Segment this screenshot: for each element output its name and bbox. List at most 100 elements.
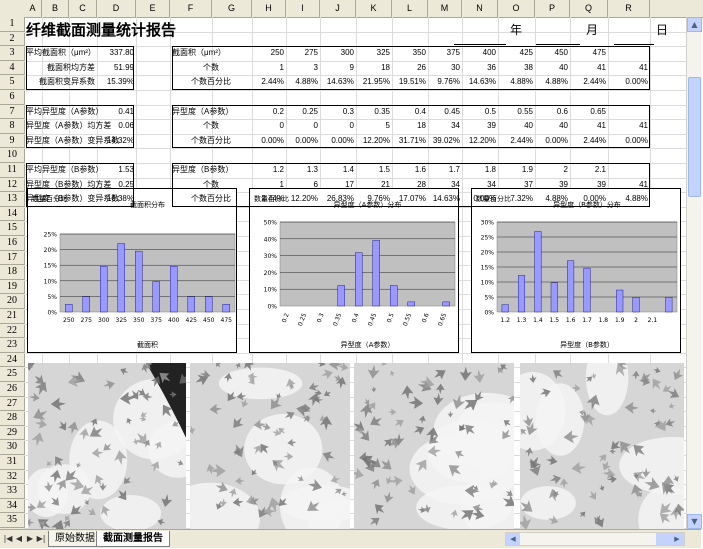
area-summary-label[interactable]: 平均截面积（μm²） [26,48,96,58]
area-table-value[interactable]: 1 [252,63,284,73]
b-param-table-value[interactable]: 1.9 [498,165,533,175]
b-param-table-value[interactable]: 1 [252,180,284,190]
a-param-table-value[interactable]: 41 [570,121,606,131]
b-param-table-label[interactable]: 个数百分比 [172,194,250,204]
row-header-6[interactable]: 6 [0,90,24,105]
b-param-table-value[interactable]: 21 [356,180,390,190]
a-param-table-value[interactable]: 39.02% [428,136,460,146]
scroll-down-icon[interactable]: ▼ [687,514,702,529]
a-param-table-value[interactable]: 0 [286,121,318,131]
row-header-13[interactable]: 13 [0,192,24,207]
b-param-summary-value[interactable]: 1.53 [97,165,134,175]
scroll-thumb[interactable] [688,77,701,197]
b-param-table-value[interactable]: 34 [428,180,460,190]
fiber-photo-3[interactable] [354,363,514,529]
a-param-table-value[interactable]: 39 [462,121,496,131]
row-header-21[interactable]: 21 [0,309,24,324]
a-param-summary-value[interactable]: 0.06 [97,121,134,131]
row-header-22[interactable]: 22 [0,324,24,339]
b-param-table-value[interactable]: 1.3 [286,165,318,175]
row-header-24[interactable]: 24 [0,353,24,368]
area-table-value[interactable]: 30 [428,63,460,73]
column-header-P[interactable]: P [535,0,570,17]
row-header-32[interactable]: 32 [0,470,24,485]
row-header-26[interactable]: 26 [0,382,24,397]
row-header-25[interactable]: 25 [0,367,24,382]
b-param-table-value[interactable]: 0.00% [570,194,606,204]
column-header-H[interactable]: H [252,0,286,17]
b-param-table-value[interactable]: 1.5 [356,165,390,175]
b-param-table-value[interactable]: 17 [320,180,354,190]
row-header-30[interactable]: 30 [0,440,24,455]
a-param-summary-label[interactable]: 异型度（A参数）均方差 [26,121,111,131]
a-param-distribution-chart[interactable]: 数量百分比 异型度（A参数）分布 0% 10% 20% 30% 40% 50% 0.2 0.25 0… [249,188,459,353]
a-param-table-label[interactable]: 个数 [172,121,250,131]
fiber-photo-4[interactable] [520,363,684,529]
a-param-table-value[interactable]: 12.20% [356,136,390,146]
area-summary-value[interactable]: 15.39% [97,77,134,87]
a-param-table-value[interactable]: 12.20% [462,136,496,146]
b-param-table-value[interactable]: 9.76% [356,194,390,204]
area-table-value[interactable]: 475 [570,48,606,58]
row-header-17[interactable]: 17 [0,251,24,266]
area-table-value[interactable]: 4.88% [286,77,318,87]
area-table-value[interactable]: 250 [252,48,284,58]
a-param-table-value[interactable]: 0.45 [428,107,460,117]
b-param-table-value[interactable]: 37 [498,180,533,190]
a-param-table-value[interactable]: 0.00% [252,136,284,146]
a-param-table-value[interactable]: 0.4 [392,107,426,117]
row-header-35[interactable]: 35 [0,513,24,528]
b-param-table-value[interactable]: 12.20% [286,194,318,204]
a-param-table-value[interactable]: 0.00% [286,136,318,146]
vertical-scrollbar[interactable]: ▲ ▼ [686,17,702,529]
row-header-23[interactable]: 23 [0,338,24,353]
a-param-table-value[interactable]: 0.6 [535,107,568,117]
b-param-table-value[interactable]: 1.8 [462,165,496,175]
a-param-table-value[interactable]: 0.25 [286,107,318,117]
row-header-28[interactable]: 28 [0,411,24,426]
a-param-table-value[interactable]: 5 [356,121,390,131]
last-sheet-icon[interactable]: ▶| [36,532,46,545]
area-table-value[interactable]: 4.88% [498,77,533,87]
a-param-summary-label[interactable]: 异型度（A参数）变异系数 [26,136,119,146]
a-param-table-value[interactable]: 34 [428,121,460,131]
horizontal-scrollbar[interactable]: ◀ ▶ [505,532,685,546]
b-param-summary-label[interactable]: 异型度（B参数）变异系数 [26,194,119,204]
area-table-value[interactable]: 4.88% [535,77,568,87]
area-table-value[interactable]: 3 [286,63,318,73]
area-table-value[interactable]: 19.51% [392,77,426,87]
a-param-table-value[interactable]: 0 [320,121,354,131]
a-param-table-label[interactable]: 异型度（A参数） [172,107,250,117]
area-table-value[interactable]: 9.76% [428,77,460,87]
b-param-table-value[interactable]: 6 [286,180,318,190]
a-param-table-value[interactable]: 0.3 [320,107,354,117]
area-table-value[interactable]: 9 [320,63,354,73]
b-param-summary-label[interactable]: 平均异型度（B参数） [26,165,103,175]
b-param-table-value[interactable]: 7.32% [498,194,533,204]
a-param-table-value[interactable]: 0.35 [356,107,390,117]
b-param-table-value[interactable]: 4.88% [535,194,568,204]
next-sheet-icon[interactable]: ▶ [25,532,35,545]
a-param-table-value[interactable]: 41 [608,121,648,131]
b-param-summary-value[interactable]: 0.25 [97,180,134,190]
row-header-7[interactable]: 7 [0,105,24,120]
area-table-value[interactable]: 2.44% [252,77,284,87]
column-header-Q[interactable]: Q [570,0,608,17]
b-param-summary-value[interactable]: 16.38% [97,194,134,204]
area-table-label[interactable]: 截面积（μm²） [172,48,250,58]
b-param-table-label[interactable]: 个数 [172,180,250,190]
area-table-value[interactable]: 425 [498,48,533,58]
area-table-value[interactable]: 21.95% [356,77,390,87]
column-header-E[interactable]: E [136,0,170,17]
a-param-summary-value[interactable]: 0.41 [97,107,134,117]
b-param-table-value[interactable]: 2 [535,165,568,175]
b-param-table-value[interactable] [608,165,648,175]
row-header-5[interactable]: 5 [0,75,24,90]
area-table-value[interactable]: 18 [356,63,390,73]
b-param-table-value[interactable]: 14.63% [428,194,460,204]
column-header-G[interactable]: G [212,0,252,17]
area-table-value[interactable]: 14.63% [320,77,354,87]
area-table-value[interactable]: 26 [392,63,426,73]
row-header-33[interactable]: 33 [0,484,24,499]
column-header-J[interactable]: J [320,0,356,17]
